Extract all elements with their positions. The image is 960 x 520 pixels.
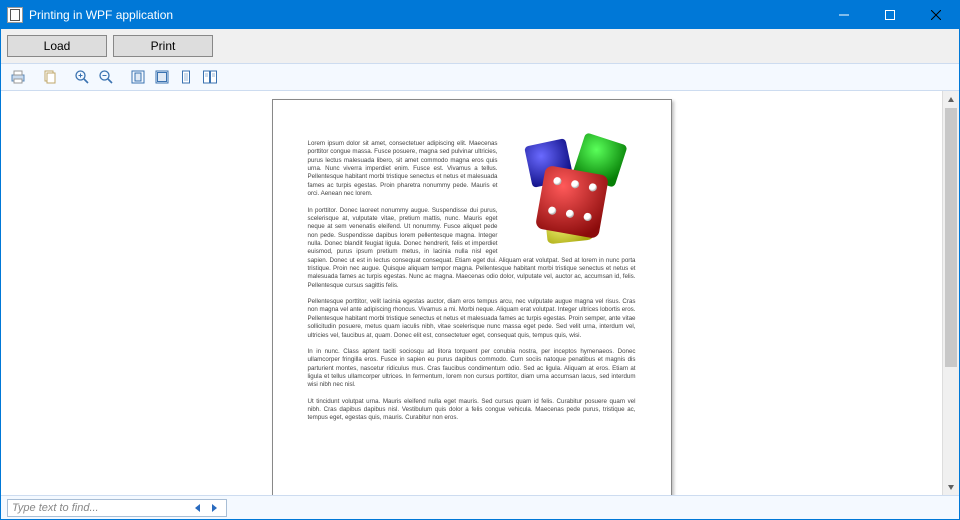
command-bar: Load Print (1, 29, 959, 63)
zoom-in-icon[interactable] (71, 66, 93, 88)
find-bar: Type text to find... (1, 495, 959, 519)
window-frame: Printing in WPF application Load Print (0, 0, 960, 520)
print-icon[interactable] (7, 66, 29, 88)
client-area: Load Print (1, 29, 959, 519)
find-placeholder: Type text to find... (12, 502, 190, 514)
find-input[interactable]: Type text to find... (7, 499, 227, 517)
viewer-area: Lorem ipsum dolor sit amet, consectetuer… (1, 91, 959, 495)
find-prev-icon[interactable] (190, 500, 206, 516)
titlebar[interactable]: Printing in WPF application (1, 1, 959, 29)
scroll-down-icon[interactable] (943, 478, 959, 495)
window-title: Printing in WPF application (29, 8, 173, 22)
document-image-dice (506, 140, 636, 250)
load-button[interactable]: Load (7, 35, 107, 57)
single-page-icon[interactable] (175, 66, 197, 88)
minimize-button[interactable] (821, 1, 867, 29)
maximize-button[interactable] (867, 1, 913, 29)
page-container[interactable]: Lorem ipsum dolor sit amet, consectetuer… (1, 91, 942, 495)
whole-page-icon[interactable] (127, 66, 149, 88)
print-button[interactable]: Print (113, 35, 213, 57)
scroll-track[interactable] (943, 108, 959, 478)
scroll-thumb[interactable] (945, 108, 957, 367)
vertical-scrollbar[interactable] (942, 91, 959, 495)
zoom-out-icon[interactable] (95, 66, 117, 88)
document-page: Lorem ipsum dolor sit amet, consectetuer… (272, 99, 672, 495)
facing-pages-icon[interactable] (199, 66, 221, 88)
page-width-icon[interactable] (151, 66, 173, 88)
doc-paragraph: Ut tincidunt volutpat urna. Mauris eleif… (308, 398, 636, 423)
copy-icon[interactable] (39, 66, 61, 88)
find-next-icon[interactable] (206, 500, 222, 516)
doc-paragraph: In in nunc. Class aptent taciti sociosqu… (308, 348, 636, 390)
viewer-toolbar (1, 63, 959, 91)
close-button[interactable] (913, 1, 959, 29)
scroll-up-icon[interactable] (943, 91, 959, 108)
app-icon (7, 7, 23, 23)
doc-paragraph: Pellentesque porttitor, velit lacinia eg… (308, 298, 636, 340)
